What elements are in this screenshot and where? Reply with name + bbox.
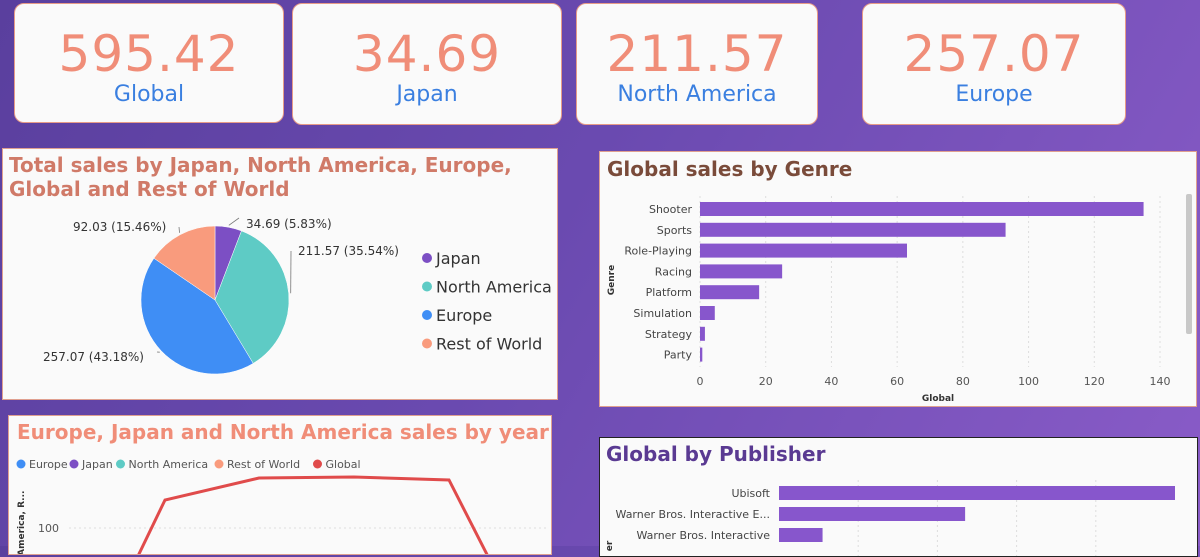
bar	[779, 528, 823, 542]
series-line-global	[125, 477, 499, 555]
kpi-label: Europe	[863, 82, 1125, 108]
kpi-card-europe[interactable]: 257.07 Europe	[862, 3, 1126, 125]
legend-marker	[116, 460, 125, 469]
kpi-value: 34.69	[293, 26, 561, 82]
legend-entry: Rest of World	[227, 458, 300, 471]
y-tick-label: Simulation	[633, 307, 692, 320]
y-tick-label: Strategy	[645, 328, 693, 341]
pie-data-label: 92.03 (15.46%)	[73, 220, 166, 234]
x-tick-label: 60	[890, 375, 904, 388]
y-tick-label: Sports	[657, 224, 693, 237]
legend-marker	[17, 460, 26, 469]
legend-entry: Global	[326, 458, 361, 471]
legend-entry: North America	[436, 278, 552, 297]
bar	[700, 244, 907, 258]
bar	[700, 223, 1006, 237]
x-tick-label: 140	[1150, 375, 1171, 388]
x-tick-label: 20	[759, 375, 773, 388]
y-axis-label: h America, R...	[17, 491, 27, 555]
bar	[779, 486, 1175, 500]
pie-chart: 34.69 (5.83%) 211.57 (35.54%) 257.07 (43.1…	[3, 149, 558, 400]
y-tick-label: Racing	[655, 265, 692, 278]
y-tick-label: Warner Bros. Interactive E...	[616, 508, 770, 521]
y-tick-label: Party	[664, 349, 693, 362]
pie-data-label: 211.57 (35.54%)	[298, 244, 399, 258]
y-tick-label: Warner Bros. Interactive	[636, 529, 770, 542]
legend-entry: North America	[129, 458, 209, 471]
genre-bar-chart: 0 20 40 60 80 100 120 140 Shooter Sports Role-Play…	[600, 152, 1197, 407]
y-tick-label: Shooter	[649, 203, 692, 216]
bar	[700, 348, 702, 362]
legend-marker	[422, 282, 432, 292]
bar	[700, 264, 782, 278]
kpi-value: 595.42	[15, 26, 283, 82]
pie-data-label: 257.07 (43.18%)	[43, 350, 144, 364]
bar	[779, 507, 965, 521]
legend-marker	[313, 460, 322, 469]
kpi-label: North America	[577, 82, 817, 108]
legend-entry: Japan	[81, 458, 113, 471]
line-chart: Europe Japan North America Rest of World Glo…	[9, 416, 552, 555]
kpi-value: 257.07	[863, 26, 1125, 82]
y-tick-label: Role-Playing	[624, 245, 692, 258]
scrollbar	[1186, 194, 1192, 334]
legend-entry: Europe	[29, 458, 68, 471]
kpi-label: Global	[15, 82, 283, 108]
pie-data-label: 34.69 (5.83%)	[246, 217, 332, 231]
x-tick-label: 80	[956, 375, 970, 388]
bar	[700, 285, 759, 299]
bar	[700, 202, 1144, 216]
y-tick-label: 100	[38, 522, 59, 535]
legend-entry: Japan	[435, 249, 481, 268]
y-tick-label: Platform	[646, 286, 692, 299]
legend-marker	[215, 460, 224, 469]
pie-chart-panel[interactable]: Total sales by Japan, North America, Eur…	[2, 148, 558, 400]
publisher-bar-chart: Ubisoft Warner Bros. Interactive E... Warn…	[600, 438, 1198, 557]
legend-marker	[422, 253, 432, 263]
kpi-card-north-america[interactable]: 211.57 North America	[576, 3, 818, 125]
legend-entry: Rest of World	[436, 335, 542, 354]
legend-marker	[422, 339, 432, 349]
y-tick-label: Ubisoft	[731, 487, 770, 500]
genre-bar-panel[interactable]: Global sales by Genre 020406080100120140…	[599, 151, 1197, 407]
kpi-card-japan[interactable]: 34.69 Japan	[292, 3, 562, 125]
legend-entry: Europe	[436, 306, 492, 325]
pie-leader-line	[179, 227, 180, 233]
bar	[700, 306, 715, 320]
x-tick-label: 100	[1018, 375, 1039, 388]
x-tick-label: 40	[824, 375, 838, 388]
line-chart-panel[interactable]: Europe, Japan and North America sales by…	[8, 415, 552, 555]
kpi-card-global[interactable]: 595.42 Global	[14, 3, 284, 123]
y-axis-label: Genre	[607, 265, 617, 295]
x-axis-label: Global	[922, 394, 954, 404]
x-tick-label: 120	[1084, 375, 1105, 388]
kpi-label: Japan	[293, 82, 561, 108]
bar	[700, 327, 705, 341]
legend-marker	[422, 310, 432, 320]
x-tick-label: 0	[697, 375, 704, 388]
pie-leader-line	[229, 218, 239, 225]
publisher-bar-panel[interactable]: Global by Publisher UbisoftWarner Bros. …	[599, 437, 1198, 557]
legend-marker	[70, 460, 79, 469]
kpi-value: 211.57	[577, 26, 817, 82]
